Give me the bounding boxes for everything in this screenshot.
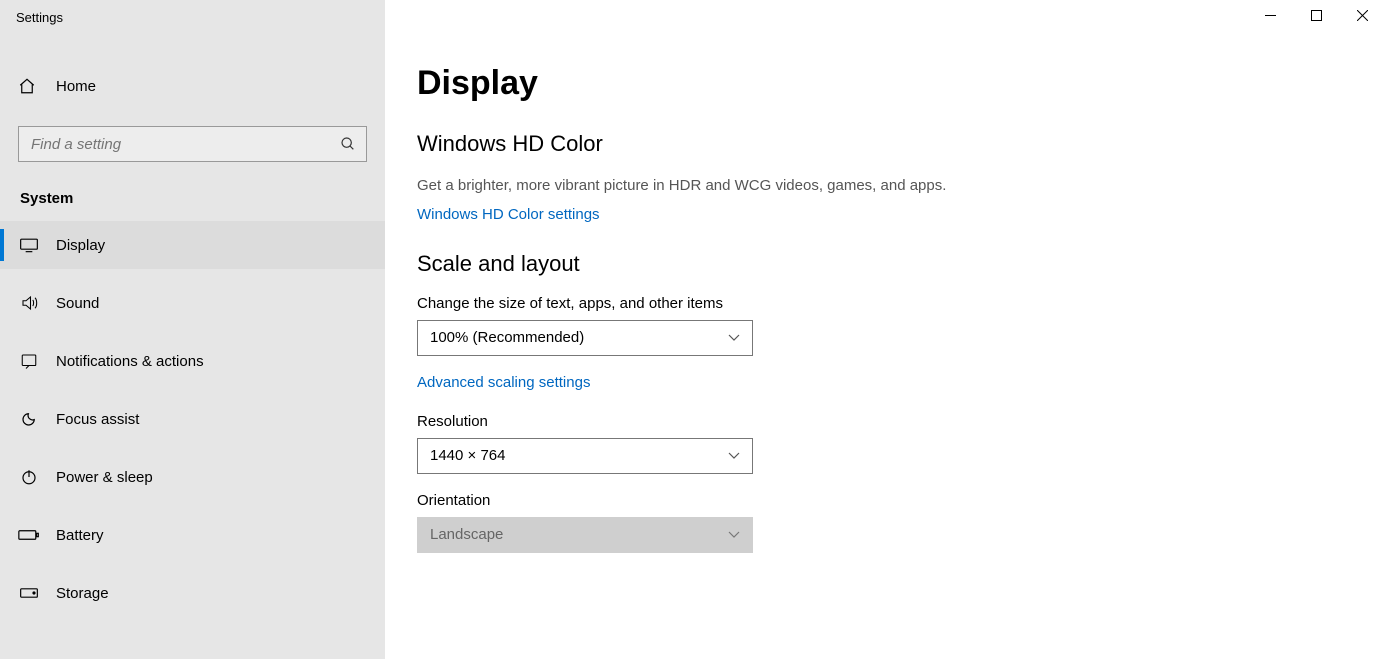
hd-color-settings-link[interactable]: Windows HD Color settings bbox=[417, 206, 600, 223]
resolution-label: Resolution bbox=[417, 413, 1353, 430]
resolution-dropdown[interactable]: 1440 × 764 bbox=[417, 438, 753, 474]
hd-color-description: Get a brighter, more vibrant picture in … bbox=[417, 175, 957, 198]
sidebar-item-label: Focus assist bbox=[56, 411, 139, 428]
power-icon bbox=[18, 468, 40, 486]
search-field[interactable] bbox=[29, 135, 340, 154]
sound-icon bbox=[18, 294, 40, 312]
sidebar-item-sound[interactable]: Sound bbox=[0, 279, 385, 327]
sidebar-item-notifications[interactable]: Notifications & actions bbox=[0, 337, 385, 385]
window-title: Settings bbox=[0, 0, 63, 36]
minimize-button[interactable] bbox=[1247, 0, 1293, 30]
sidebar-item-label: Battery bbox=[56, 527, 104, 544]
orientation-value: Landscape bbox=[430, 526, 503, 543]
window-controls bbox=[1247, 0, 1385, 30]
battery-icon bbox=[18, 528, 40, 542]
sidebar-item-power-sleep[interactable]: Power & sleep bbox=[0, 453, 385, 501]
nav-home[interactable]: Home bbox=[0, 62, 385, 110]
nav-home-label: Home bbox=[56, 78, 96, 95]
main-content: Display Windows HD Color Get a brighter,… bbox=[385, 36, 1385, 659]
chevron-down-icon bbox=[728, 452, 740, 460]
section-hd-color-heading: Windows HD Color bbox=[417, 131, 1353, 157]
sidebar-item-storage[interactable]: Storage bbox=[0, 569, 385, 617]
scale-label: Change the size of text, apps, and other… bbox=[417, 295, 1353, 312]
sidebar-item-label: Sound bbox=[56, 295, 99, 312]
close-button[interactable] bbox=[1339, 0, 1385, 30]
chevron-down-icon bbox=[728, 334, 740, 342]
search-input[interactable] bbox=[18, 126, 367, 162]
sidebar-item-label: Power & sleep bbox=[56, 469, 153, 486]
scale-dropdown[interactable]: 100% (Recommended) bbox=[417, 320, 753, 356]
sidebar-item-label: Storage bbox=[56, 585, 109, 602]
sidebar-item-label: Notifications & actions bbox=[56, 353, 204, 370]
focus-assist-icon bbox=[18, 410, 40, 428]
sidebar-item-battery[interactable]: Battery bbox=[0, 511, 385, 559]
maximize-button[interactable] bbox=[1293, 0, 1339, 30]
advanced-scaling-link[interactable]: Advanced scaling settings bbox=[417, 374, 590, 391]
orientation-label: Orientation bbox=[417, 492, 1353, 509]
scale-value: 100% (Recommended) bbox=[430, 329, 584, 346]
sidebar-item-label: Display bbox=[56, 237, 105, 254]
sidebar-group-system: System bbox=[20, 190, 385, 207]
storage-icon bbox=[18, 586, 40, 600]
chevron-down-icon bbox=[728, 531, 740, 539]
resolution-value: 1440 × 764 bbox=[430, 447, 506, 464]
section-scale-layout-heading: Scale and layout bbox=[417, 251, 1353, 277]
search-icon bbox=[340, 136, 356, 152]
page-title: Display bbox=[417, 64, 1353, 103]
display-icon bbox=[18, 237, 40, 253]
sidebar-item-display[interactable]: Display bbox=[0, 221, 385, 269]
home-icon bbox=[18, 77, 40, 95]
sidebar: Settings Home System Display bbox=[0, 0, 385, 659]
notifications-icon bbox=[18, 352, 40, 370]
orientation-dropdown[interactable]: Landscape bbox=[417, 517, 753, 553]
sidebar-item-focus-assist[interactable]: Focus assist bbox=[0, 395, 385, 443]
